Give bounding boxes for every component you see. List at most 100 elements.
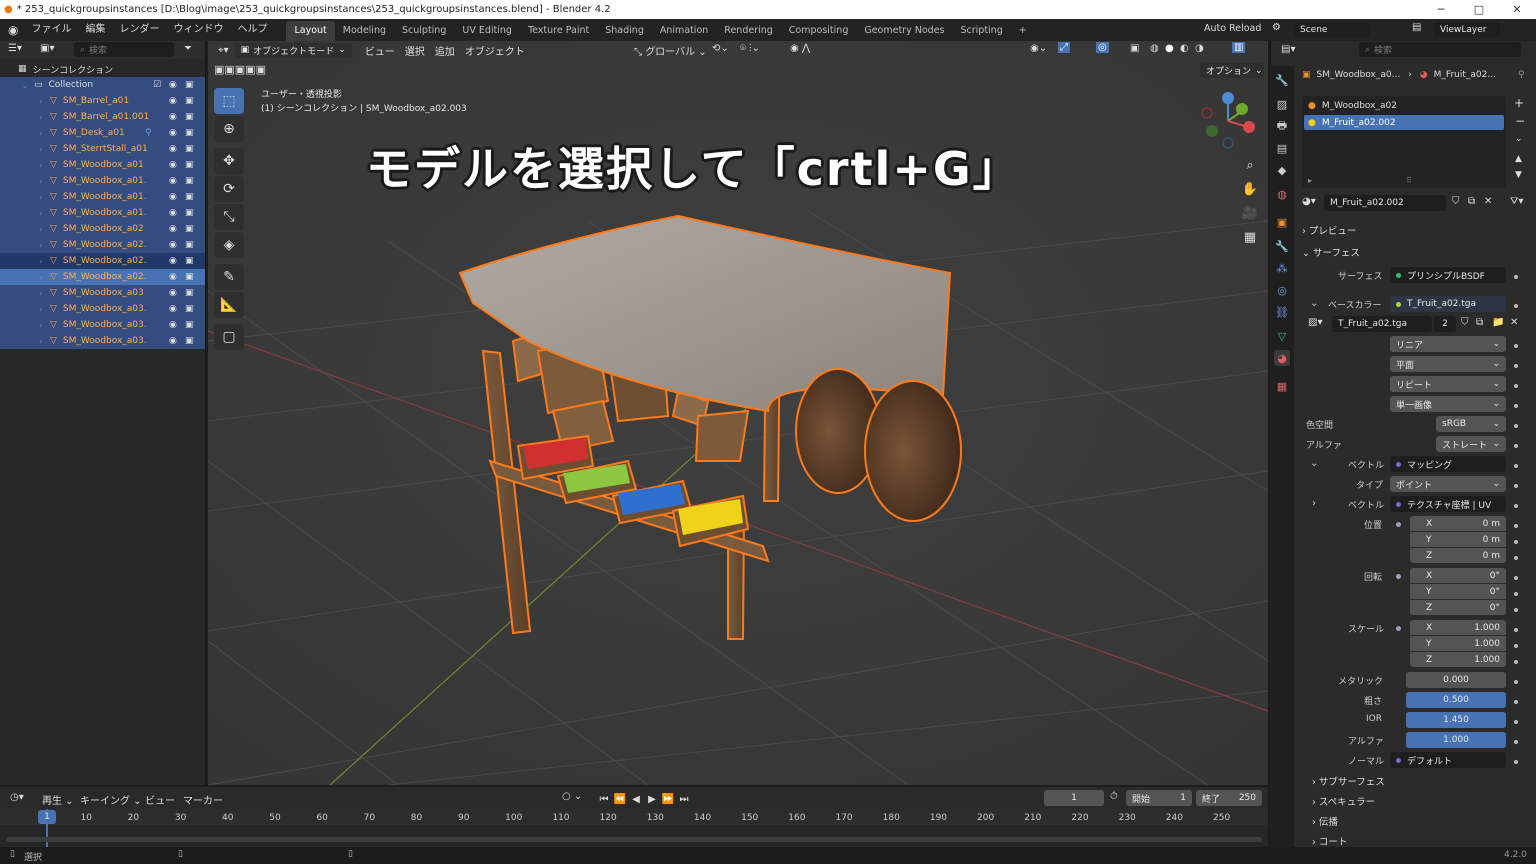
keyframe-dot-icon[interactable] xyxy=(1514,464,1518,468)
keyframe-dot-icon[interactable] xyxy=(1514,644,1518,648)
props-editor-icon[interactable]: ▤▾ xyxy=(1281,44,1295,55)
chevron-right-icon[interactable]: › xyxy=(36,273,46,282)
chevron-right-icon[interactable]: › xyxy=(36,337,46,346)
pivot-icon[interactable]: ⟲⌄ xyxy=(712,43,729,54)
coat-section[interactable]: › コート xyxy=(1312,834,1347,848)
menu-window[interactable]: ウィンドウ xyxy=(166,19,230,41)
camera-icon[interactable]: ▣ xyxy=(185,192,194,202)
tab-shading[interactable]: Shading xyxy=(597,21,652,41)
jump-end-icon[interactable]: ⏭ xyxy=(677,792,691,806)
xray-icon[interactable]: ▣ xyxy=(1130,43,1139,54)
ior-field[interactable]: 1.450 xyxy=(1406,712,1506,728)
keyframe-dot-icon[interactable] xyxy=(1514,304,1518,308)
pan-hand-icon[interactable]: ✋ xyxy=(1238,178,1262,200)
rotation-z-field[interactable]: Z 0° xyxy=(1410,600,1506,615)
keyframe-dot-icon[interactable] xyxy=(1514,720,1518,724)
preview-section[interactable]: › プレビュー xyxy=(1302,223,1356,237)
camera-icon[interactable]: ▣ xyxy=(185,96,194,106)
collection-row[interactable]: ⌄ ▭ Collection ☑ ◉ ▣ xyxy=(0,77,205,93)
keyframe-dot-icon[interactable] xyxy=(1514,556,1518,560)
chevron-right-icon[interactable]: › xyxy=(36,209,46,218)
modifier-tab-icon[interactable]: 🔧 xyxy=(1274,238,1290,254)
camera-icon[interactable]: ▣ xyxy=(185,112,194,122)
keyframe-dot-icon[interactable] xyxy=(1514,524,1518,528)
remove-slot-button[interactable]: − xyxy=(1515,114,1525,128)
eye-icon[interactable]: ◉ xyxy=(169,176,177,186)
timeline-editor-icon[interactable]: ◷▾ xyxy=(10,792,24,803)
scale-tool[interactable]: ⤡ xyxy=(214,204,244,230)
keyframe-dot-icon[interactable] xyxy=(1514,592,1518,596)
eye-icon[interactable]: ◉ xyxy=(169,96,177,106)
chevron-right-icon[interactable]: › xyxy=(36,145,46,154)
material-slot-row[interactable]: ● M_Woodbox_a02 xyxy=(1304,98,1504,113)
keyframe-dot-icon[interactable] xyxy=(1514,540,1518,544)
outliner-item[interactable]: › ▽ SM_Woodbox_a03. ◉ ▣ xyxy=(0,333,205,349)
editor-toggle-icon[interactable]: ▥ xyxy=(1232,42,1246,53)
material-tab-icon[interactable]: ◕ xyxy=(1274,350,1290,366)
camera-icon[interactable]: ▣ xyxy=(185,272,194,282)
keyframe-record-icon[interactable]: ○ ⌄ xyxy=(562,791,582,802)
chevron-right-icon[interactable]: › xyxy=(36,321,46,330)
tool-tab-icon[interactable]: 🔧 xyxy=(1274,72,1290,88)
menu-object[interactable]: オブジェクト xyxy=(460,43,530,58)
select-box-tool[interactable]: ⬚ xyxy=(214,88,244,114)
annotate-tool[interactable]: ✎ xyxy=(214,264,244,290)
list-resize-handle[interactable]: ⠿ xyxy=(1406,176,1412,185)
chevron-down-icon[interactable]: ⌄ xyxy=(1310,458,1318,469)
shading-wireframe-icon[interactable]: ◍ xyxy=(1150,43,1159,54)
measure-tool[interactable]: 📐 xyxy=(214,292,244,318)
move-down-icon[interactable]: ▼ xyxy=(1515,170,1522,180)
3d-viewport[interactable]: ⌖▾ ▣ オブジェクトモード ⌄ ビュー 選択 追加 オブジェクト ⤡ グローバル … xyxy=(208,41,1268,785)
move-tool[interactable]: ✥ xyxy=(214,148,244,174)
keyframe-dot-icon[interactable] xyxy=(1514,628,1518,632)
tab-layout[interactable]: Layout xyxy=(286,20,335,41)
gizmo-toggle-icon[interactable]: ⤢ xyxy=(1058,42,1070,53)
tab-uv-editing[interactable]: UV Editing xyxy=(454,21,520,41)
chevron-right-icon[interactable]: › xyxy=(36,113,46,122)
tab-rendering[interactable]: Rendering xyxy=(716,21,781,41)
display-mode-icon[interactable]: ▣▾ xyxy=(40,43,54,54)
keyframe-dot-icon[interactable] xyxy=(1514,364,1518,368)
close-button[interactable]: ✕ xyxy=(1498,0,1536,19)
mapping-type-dropdown[interactable]: ポイント ⌄ xyxy=(1390,476,1506,492)
camera-icon[interactable]: ▣ xyxy=(185,240,194,250)
tab-sculpting[interactable]: Sculpting xyxy=(394,21,454,41)
camera-icon[interactable]: ▣ xyxy=(185,128,194,138)
shading-material-icon[interactable]: ◐ xyxy=(1180,43,1189,54)
tab-geometry-nodes[interactable]: Geometry Nodes xyxy=(856,21,952,41)
menu-add[interactable]: 追加 xyxy=(430,43,460,58)
menu-file[interactable]: ファイル xyxy=(24,19,78,41)
view-layer-tab-icon[interactable]: ▤ xyxy=(1274,140,1290,156)
camera-icon[interactable]: ▣ xyxy=(185,144,194,154)
menu-edit[interactable]: 編集 xyxy=(78,19,112,41)
jump-start-icon[interactable]: ⏮ xyxy=(597,792,611,806)
chevron-right-icon[interactable]: › xyxy=(1312,498,1316,509)
source-dropdown[interactable]: 単一画像 ⌄ xyxy=(1390,396,1506,412)
camera-icon[interactable]: ▣ xyxy=(185,160,194,170)
scale-y-field[interactable]: Y 1.000 xyxy=(1410,636,1506,651)
image-name-field[interactable]: T_Fruit_a02.tga xyxy=(1332,316,1432,332)
keyframe-dot-icon[interactable] xyxy=(1514,344,1518,348)
keyframe-dot-icon[interactable] xyxy=(1514,608,1518,612)
image-users-field[interactable]: 2 xyxy=(1434,316,1456,332)
props-search-input[interactable]: ⌕ 検索 xyxy=(1359,42,1521,57)
scene-tab-icon[interactable]: ◆ xyxy=(1274,162,1290,178)
specular-section[interactable]: › スペキュラー xyxy=(1312,794,1375,808)
eye-icon[interactable]: ◉ xyxy=(169,128,177,138)
eye-icon[interactable]: ◉ xyxy=(169,224,177,234)
particles-tab-icon[interactable]: ⁂ xyxy=(1274,260,1290,276)
proportional-icon[interactable]: ◉ ⋀ xyxy=(790,43,810,54)
minimize-button[interactable]: ─ xyxy=(1422,0,1460,19)
chevron-right-icon[interactable]: › xyxy=(36,257,46,266)
playhead-frame-badge[interactable]: 1 xyxy=(38,810,56,824)
outliner-item[interactable]: › ▽ SM_Woodbox_a03. ◉ ▣ xyxy=(0,301,205,317)
texcoord-field[interactable]: テクスチャ座標 | UV xyxy=(1390,496,1506,512)
menu-view[interactable]: ビュー xyxy=(360,43,400,58)
eye-icon[interactable]: ◉ xyxy=(169,336,177,346)
outliner-search-input[interactable]: ⌕ 検索 xyxy=(74,42,174,57)
eye-icon[interactable]: ◉ xyxy=(169,112,177,122)
surface-section[interactable]: ⌄ サーフェス xyxy=(1302,245,1360,259)
scale-x-field[interactable]: X 1.000 xyxy=(1410,620,1506,635)
shading-solid-icon[interactable]: ● xyxy=(1165,43,1174,54)
outliner-item[interactable]: › ▽ SM_Barrel_a01.001 ◉ ▣ xyxy=(0,109,205,125)
